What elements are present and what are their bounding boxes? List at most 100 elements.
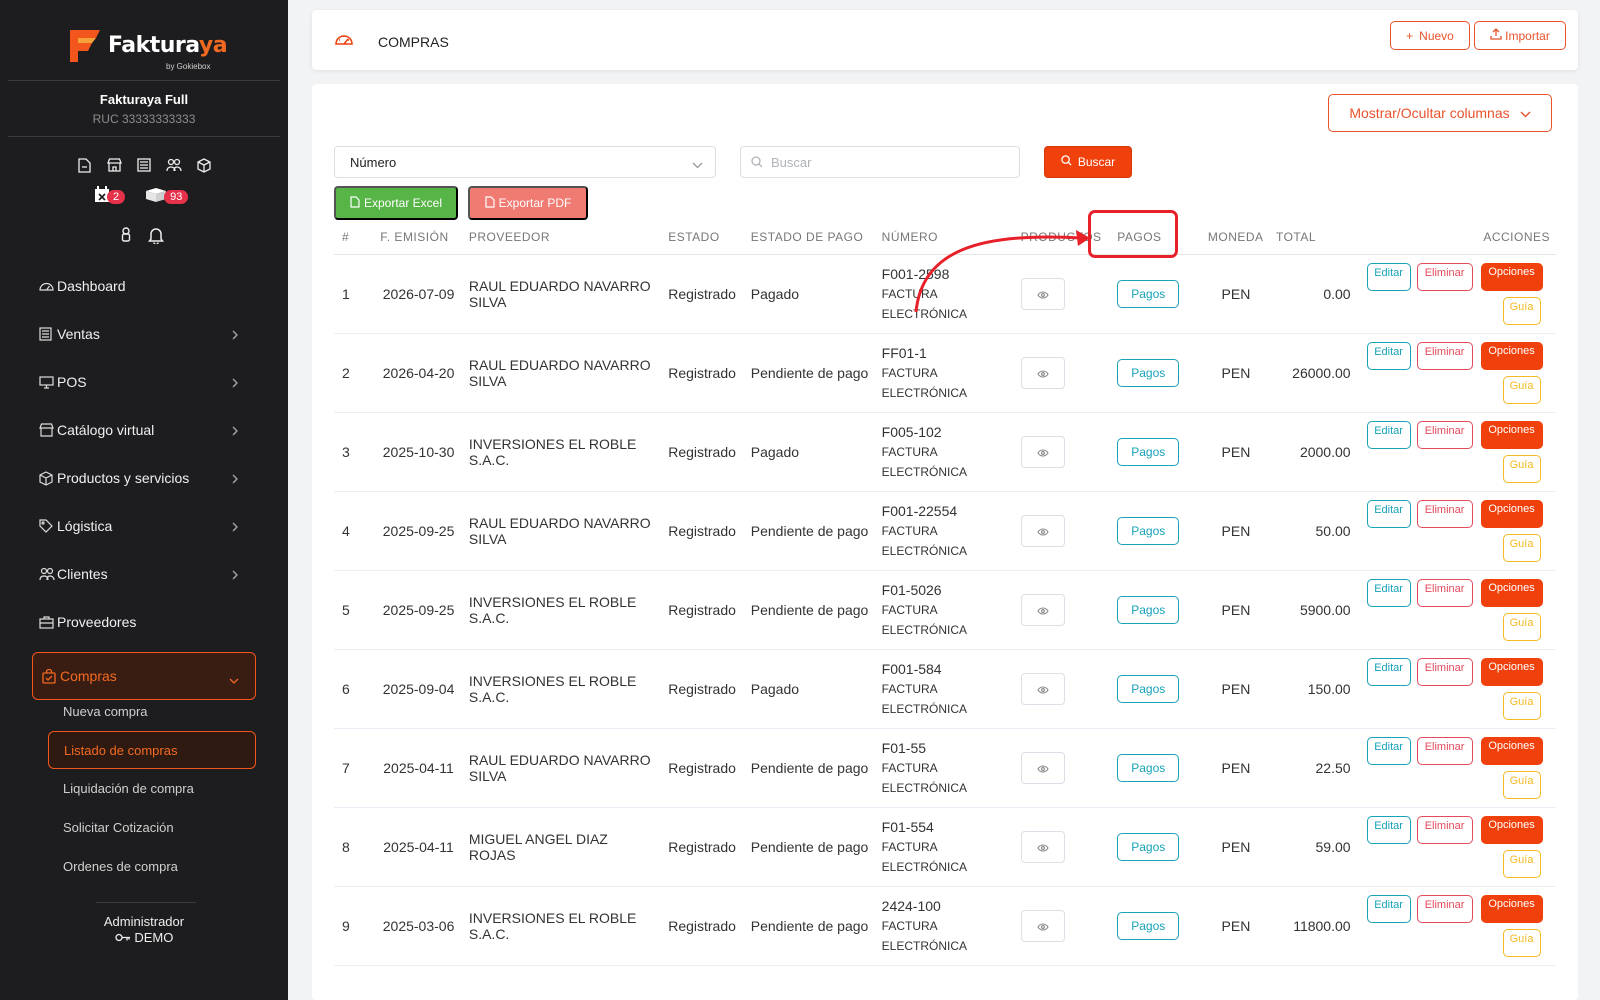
view-products-button[interactable] [1020, 593, 1065, 626]
brand-logo[interactable]: Fakturaya [68, 26, 228, 64]
sidebar-item-dashboard[interactable]: Dashboard [0, 262, 288, 310]
row-actions: Editar Eliminar Opciones Guía [1363, 341, 1549, 404]
options-button[interactable]: Opciones [1480, 657, 1543, 686]
delete-button[interactable]: Eliminar [1416, 657, 1473, 686]
new-button[interactable]: + Nuevo [1390, 21, 1470, 50]
document-icon[interactable] [75, 156, 93, 174]
payments-button[interactable]: Pagos [1117, 595, 1180, 624]
payments-button[interactable]: Pagos [1117, 753, 1180, 782]
edit-button[interactable]: Editar [1366, 815, 1411, 844]
edit-button[interactable]: Editar [1366, 736, 1411, 765]
payments-button[interactable]: Pagos [1117, 437, 1180, 466]
delete-button[interactable]: Eliminar [1416, 262, 1473, 291]
sidebar-item-logistica[interactable]: Lógistica [0, 502, 288, 550]
options-button[interactable]: Opciones [1480, 341, 1543, 370]
payments-button[interactable]: Pagos [1117, 279, 1180, 308]
view-products-button[interactable] [1020, 435, 1065, 468]
store-icon[interactable] [105, 156, 123, 174]
delete-button[interactable]: Eliminar [1416, 578, 1473, 607]
export-excel-button[interactable]: Exportar Excel [334, 186, 458, 220]
options-button[interactable]: Opciones [1480, 815, 1543, 844]
guide-button[interactable]: Guía [1502, 454, 1541, 483]
sidebar-item-proveedores[interactable]: Proveedores [0, 598, 288, 646]
guide-button[interactable]: Guía [1502, 770, 1541, 799]
col-header-number[interactable]: NÚMERO [875, 220, 1015, 255]
view-products-button[interactable] [1020, 277, 1065, 310]
options-button[interactable]: Opciones [1480, 736, 1543, 765]
search-input[interactable]: Buscar [740, 146, 1020, 178]
sidebar-item-ventas[interactable]: Ventas [0, 310, 288, 358]
options-button[interactable]: Opciones [1480, 578, 1543, 607]
boxes-badge[interactable]: 93 [145, 187, 189, 208]
import-button[interactable]: Importar [1474, 21, 1566, 50]
guide-button[interactable]: Guía [1502, 849, 1541, 878]
delete-button[interactable]: Eliminar [1416, 894, 1473, 923]
edit-button[interactable]: Editar [1366, 894, 1411, 923]
col-header-payment-status[interactable]: ESTADO DE PAGO [744, 220, 876, 255]
chevron-down-icon [1520, 105, 1531, 121]
view-products-button[interactable] [1020, 751, 1065, 784]
col-header-date[interactable]: F. EMISIÓN [374, 220, 463, 255]
sidebar-item-clientes[interactable]: Clientes [0, 550, 288, 598]
edit-button[interactable]: Editar [1366, 499, 1411, 528]
cell-total: 50.00 [1269, 491, 1357, 571]
subnav-ordenes-compra[interactable]: Ordenes de compra [0, 847, 288, 886]
view-products-button[interactable] [1020, 514, 1065, 547]
guide-button[interactable]: Guía [1502, 296, 1541, 325]
options-button[interactable]: Opciones [1480, 262, 1543, 291]
options-button[interactable]: Opciones [1480, 420, 1543, 449]
sidebar-item-pos[interactable]: POS [0, 358, 288, 406]
table-row: 3 2025-10-30 INVERSIONES EL ROBLE S.A.C. Re… [334, 412, 1556, 492]
filter-column-select[interactable]: Número [334, 146, 716, 178]
toggle-columns-button[interactable]: Mostrar/Ocultar columnas [1328, 94, 1552, 132]
guide-button[interactable]: Guía [1502, 375, 1541, 404]
delete-button[interactable]: Eliminar [1416, 341, 1473, 370]
payments-button[interactable]: Pagos [1117, 911, 1180, 940]
users-icon[interactable] [165, 156, 183, 174]
user-info[interactable]: Administrador DEMO [0, 914, 288, 946]
list-icon[interactable] [135, 156, 153, 174]
delete-button[interactable]: Eliminar [1416, 736, 1473, 765]
view-products-button[interactable] [1020, 830, 1065, 863]
delete-button[interactable]: Eliminar [1416, 815, 1473, 844]
view-products-button[interactable] [1020, 672, 1065, 705]
edit-button[interactable]: Editar [1366, 420, 1411, 449]
calendar-badge[interactable]: 2 [94, 186, 126, 208]
box-icon[interactable] [195, 156, 213, 174]
sidebar-item-productos[interactable]: Productos y servicios [0, 454, 288, 502]
guide-button[interactable]: Guía [1502, 928, 1541, 957]
guide-button[interactable]: Guía [1502, 691, 1541, 720]
payments-button[interactable]: Pagos [1117, 832, 1180, 861]
row-actions: Editar Eliminar Opciones Guía [1363, 736, 1549, 799]
edit-button[interactable]: Editar [1366, 262, 1411, 291]
col-header-status[interactable]: ESTADO [662, 220, 745, 255]
col-header-total[interactable]: TOTAL [1269, 220, 1357, 255]
guide-button[interactable]: Guía [1502, 612, 1541, 641]
guide-button[interactable]: Guía [1502, 533, 1541, 562]
options-button[interactable]: Opciones [1480, 894, 1543, 923]
subnav-nueva-compra[interactable]: Nueva compra [0, 692, 288, 731]
payments-button[interactable]: Pagos [1117, 516, 1180, 545]
view-products-button[interactable] [1020, 356, 1065, 389]
payments-button[interactable]: Pagos [1117, 358, 1180, 387]
export-pdf-button[interactable]: Exportar PDF [468, 186, 588, 220]
delete-button[interactable]: Eliminar [1416, 499, 1473, 528]
sidebar-item-catalogo[interactable]: Catálogo virtual [0, 406, 288, 454]
options-button[interactable]: Opciones [1480, 499, 1543, 528]
edit-button[interactable]: Editar [1366, 657, 1411, 686]
cell-payment-status: Pendiente de pago [744, 807, 876, 887]
lock-icon[interactable] [120, 226, 132, 249]
cell-index: 9 [334, 886, 375, 966]
edit-button[interactable]: Editar [1366, 341, 1411, 370]
edit-button[interactable]: Editar [1366, 578, 1411, 607]
bell-icon[interactable] [148, 226, 164, 249]
subnav-liquidacion-compra[interactable]: Liquidación de compra [0, 769, 288, 808]
delete-button[interactable]: Eliminar [1416, 420, 1473, 449]
subnav-solicitar-cotizacion[interactable]: Solicitar Cotización [0, 808, 288, 847]
payments-button[interactable]: Pagos [1117, 674, 1180, 703]
view-products-button[interactable] [1020, 909, 1065, 942]
cell-date: 2025-04-11 [374, 728, 463, 808]
subnav-listado-compras[interactable]: Listado de compras [48, 731, 256, 769]
search-button[interactable]: Buscar [1044, 146, 1132, 178]
col-header-provider[interactable]: PROVEEDOR [462, 220, 663, 255]
